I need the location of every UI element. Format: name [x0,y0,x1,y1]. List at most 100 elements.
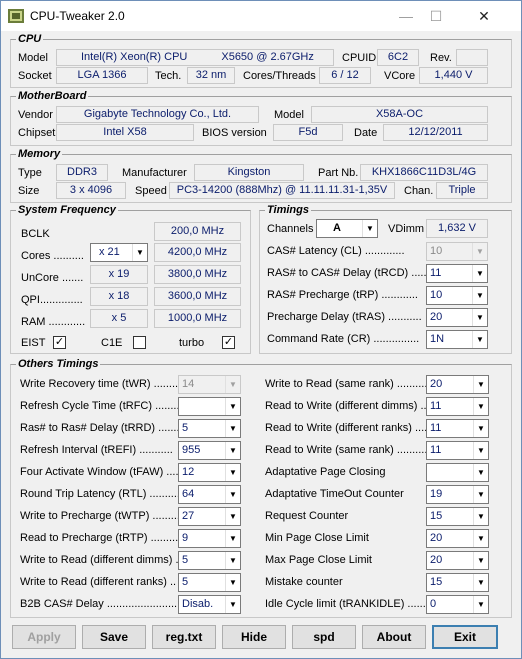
other-left-select-2-value: 5 [182,422,189,434]
timing-select-3[interactable]: 20 ▼ [426,308,488,327]
other-left-label-9: Write to Read (different ranks) .. [20,576,177,588]
other-left-select-2[interactable]: 5 ▼ [178,419,241,438]
mb-model-label: Model [274,109,304,121]
cores-threads-field: 6 / 12 [319,67,371,84]
timing-label-1: RAS# to CAS# Delay (tRCD) ..... [267,267,427,279]
others-timings-title: Others Timings [16,358,101,370]
qpi-multiplier-field: x 18 [90,287,148,306]
exit-button[interactable]: Exit [432,625,498,649]
other-left-select-3[interactable]: 955 ▼ [178,441,241,460]
other-right-select-1[interactable]: 11 ▼ [426,397,489,416]
other-right-select-10[interactable]: 0 ▼ [426,595,489,614]
eist-checkbox[interactable]: ✓ [53,336,66,349]
other-left-label-7: Read to Precharge (tRTP) .......... [20,532,182,544]
other-right-select-2-value: 11 [430,422,442,434]
timing-select-0[interactable]: 10 ▼ [426,242,488,261]
other-left-select-9[interactable]: 5 ▼ [178,573,241,592]
vendor-field: Gigabyte Technology Co., Ltd. [56,106,259,123]
c1e-checkbox[interactable] [133,336,146,349]
other-right-select-7[interactable]: 20 ▼ [426,529,489,548]
other-right-select-6[interactable]: 15 ▼ [426,507,489,526]
close-button[interactable]: ✕ [461,1,507,31]
turbo-checkbox[interactable]: ✓ [222,336,235,349]
timing-label-3: Precharge Delay (tRAS) ........... [267,311,422,323]
timing-select-4[interactable]: 1N ▼ [426,330,488,349]
reg-txt-button[interactable]: reg.txt [152,625,216,649]
other-left-label-5: Round Trip Latency (RTL) ........... [20,488,184,500]
bios-field: F5d [273,124,343,141]
manufacturer-field: Kingston [194,164,304,181]
other-right-label-10: Idle Cycle limit (tRANKIDLE) ....... [265,598,429,610]
timing-select-2[interactable]: 10 ▼ [426,286,488,305]
cpuid-label: CPUID [342,52,377,64]
manufacturer-label: Manufacturer [122,167,187,179]
other-left-select-7[interactable]: 9 ▼ [178,529,241,548]
uncore-label: UnCore ....... [21,272,84,284]
hide-button[interactable]: Hide [222,625,286,649]
other-left-select-6[interactable]: 27 ▼ [178,507,241,526]
chevron-down-icon: ▼ [473,398,488,415]
other-right-select-9[interactable]: 15 ▼ [426,573,489,592]
other-right-select-2[interactable]: 11 ▼ [426,419,489,438]
timing-select-1[interactable]: 11 ▼ [426,264,488,283]
app-icon [8,9,24,23]
timing-select-4-value: 1N [430,333,445,345]
title-bar: CPU-Tweaker 2.0 — ☐ ✕ [1,1,521,31]
memory-group-title: Memory [16,148,63,160]
other-left-label-3: Refresh Interval (tREFI) ........... [20,444,173,456]
chevron-down-icon: ▼ [362,220,377,237]
other-left-label-8: Write to Read (different dimms) ... [20,554,185,566]
qpi-label: QPI.............. [21,294,83,306]
other-left-select-4[interactable]: 12 ▼ [178,463,241,482]
maximize-button[interactable]: ☐ [413,1,459,31]
mem-speed-field: PC3-14200 (888Mhz) @ 11.11.11.31-1,35V [169,182,395,199]
other-right-select-4[interactable]: ▼ [426,463,489,482]
chevron-down-icon: ▼ [473,508,488,525]
apply-button[interactable]: Apply [12,625,76,649]
chevron-down-icon: ▼ [472,243,487,260]
rev-label: Rev. [430,52,452,64]
cpu-model-name: Intel(R) Xeon(R) CPU [81,51,188,63]
cores-multiplier-value: x 21 [99,246,120,258]
socket-field: LGA 1366 [56,67,148,84]
other-left-select-8[interactable]: 5 ▼ [178,551,241,570]
qpi-freq-field: 3600,0 MHz [154,287,241,306]
chevron-down-icon: ▼ [225,552,240,569]
rev-field [456,49,488,66]
mem-type-field: DDR3 [56,164,108,181]
chevron-down-icon: ▼ [473,530,488,547]
uncore-freq-field: 3800,0 MHz [154,265,241,284]
other-right-label-7: Min Page Close Limit [265,532,369,544]
other-right-label-0: Write to Read (same rank) .......... [265,378,428,390]
other-right-select-3[interactable]: 11 ▼ [426,441,489,460]
cores-multiplier-select[interactable]: x 21 ▼ [90,243,148,262]
other-left-select-1[interactable]: ▼ [178,397,241,416]
cpu-model-label: Model [18,52,48,64]
spd-button[interactable]: spd [292,625,356,649]
part-label: Part Nb. [318,167,359,179]
other-right-select-9-value: 15 [430,576,443,588]
chevron-down-icon: ▼ [225,464,240,481]
other-right-select-0[interactable]: 20 ▼ [426,375,489,394]
other-left-select-5[interactable]: 64 ▼ [178,485,241,504]
channels-select[interactable]: A ▼ [316,219,378,238]
other-left-select-10[interactable]: Disab. ▼ [178,595,241,614]
tech-field: 32 nm [187,67,235,84]
other-right-select-5[interactable]: 19 ▼ [426,485,489,504]
other-left-label-6: Write to Precharge (tWTP) ......... [20,510,180,522]
other-right-select-10-value: 0 [430,598,437,610]
other-left-select-8-value: 5 [182,554,189,566]
timings-title: Timings [265,204,311,216]
turbo-label: turbo [179,337,205,349]
save-button[interactable]: Save [82,625,146,649]
chevron-down-icon: ▼ [225,398,240,415]
other-left-select-0[interactable]: 14 ▼ [178,375,241,394]
chevron-down-icon: ▼ [225,420,240,437]
chevron-down-icon: ▼ [473,376,488,393]
about-button[interactable]: About [362,625,426,649]
timing-select-2-value: 10 [430,289,443,301]
other-right-label-1: Read to Write (different dimms) .... [265,400,433,412]
other-right-select-8[interactable]: 20 ▼ [426,551,489,570]
chevron-down-icon: ▼ [472,331,487,348]
chevron-down-icon: ▼ [472,265,487,282]
